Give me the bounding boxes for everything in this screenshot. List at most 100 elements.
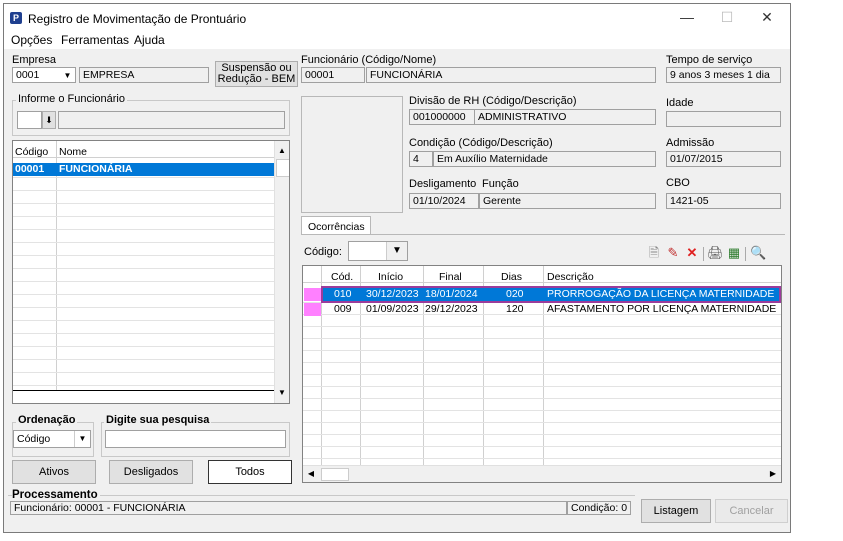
ordenacao-select[interactable]: Código ▼ (13, 430, 91, 448)
ocorrencia-dias: 020 (506, 288, 524, 300)
divisao-code-field: 001000000 (409, 109, 475, 125)
employee-header-nome: Nome (59, 146, 88, 158)
table-row[interactable]: 009 01/09/2023 29/12/2023 120 AFASTAMENT… (323, 303, 779, 316)
scroll-thumb[interactable] (276, 159, 289, 177)
scroll-thumb[interactable] (321, 468, 349, 481)
scroll-down-icon[interactable]: ▼ (275, 386, 289, 400)
maximize-button[interactable]: ☐ (707, 7, 747, 27)
employee-header-codigo: Código (15, 146, 49, 158)
grid-row-line (303, 350, 781, 351)
tab-ocorrencias-label: Ocorrências (308, 221, 365, 233)
grid-row-line (13, 177, 277, 178)
grid-row-line (303, 338, 781, 339)
grid-row-line (13, 359, 277, 360)
scroll-left-icon[interactable]: ◀ (305, 468, 317, 480)
ocorrencia-inicio: 30/12/2023 (366, 288, 419, 300)
informe-funcionario-label: Informe o Funcionário (16, 93, 127, 105)
print-icon[interactable]: 🖨 (707, 245, 724, 261)
menu-ajuda[interactable]: Ajuda (134, 33, 165, 47)
condicao-desc-field: Em Auxílio Maternidade (433, 151, 656, 167)
grid-row-line (303, 326, 781, 327)
chevron-down-icon[interactable]: ▼ (74, 431, 90, 447)
admissao-label: Admissão (666, 137, 715, 149)
grid-row-line (13, 346, 277, 347)
desligados-button[interactable]: Desligados (109, 460, 193, 484)
informe-funcionario-input[interactable] (17, 111, 42, 129)
pesquisa-input[interactable] (105, 430, 286, 448)
ocorrencias-header-inicio: Início (378, 271, 404, 283)
condicao-code-field: 4 (409, 151, 433, 167)
download-arrow-icon[interactable]: ⬇ (42, 111, 56, 129)
pesquisa-label: Digite sua pesquisa (104, 414, 212, 426)
ocorrencias-hscrollbar[interactable]: ◀ ▶ (303, 465, 781, 482)
grid-row-line (13, 333, 277, 334)
ocorrencias-grid[interactable]: Cód. Início Final Dias Descrição 010 30/… (302, 265, 782, 483)
ocorrencias-codigo-label: Código: (304, 246, 342, 258)
employee-list-footer-line (13, 390, 277, 391)
employee-photo (301, 96, 403, 213)
grid-row-line (13, 307, 277, 308)
empresa-code-select[interactable]: 0001 ▼ (12, 67, 76, 83)
table-row[interactable]: 00001 FUNCIONÁRIA (13, 163, 277, 176)
grid-row-line (13, 255, 277, 256)
cbo-label: CBO (666, 177, 690, 189)
grid-row-line (13, 216, 277, 217)
main-window: P Registro de Movimentação de Prontuário… (3, 3, 791, 533)
grid-row-line (13, 190, 277, 191)
tab-ocorrencias[interactable]: Ocorrências (301, 216, 371, 235)
minimize-button[interactable]: — (667, 7, 707, 27)
table-row[interactable]: 010 30/12/2023 18/01/2024 020 PRORROGAÇÃ… (321, 286, 781, 303)
ordenacao-value: Código (17, 433, 51, 445)
ativos-button[interactable]: Ativos (12, 460, 96, 484)
informe-funcionario-name-field (58, 111, 285, 129)
edit-pencil-icon[interactable]: ✎ (665, 245, 681, 261)
suspensao-button-line2: Redução - BEM (217, 73, 296, 85)
processamento-label: Processamento (12, 489, 100, 501)
ocorrencia-descricao: AFASTAMENTO POR LICENÇA MATERNIDADE (547, 303, 777, 315)
grid-row-line (13, 229, 277, 230)
menu-opcoes[interactable]: Opções (11, 33, 52, 47)
scroll-right-icon[interactable]: ▶ (767, 468, 779, 480)
desligamento-field: 01/10/2024 (409, 193, 479, 209)
employee-col-divider (56, 141, 57, 391)
funcao-field: Gerente (479, 193, 656, 209)
grid-row-line (13, 385, 277, 386)
menu-bar: Opções Ferramentas Ajuda (4, 31, 790, 49)
grid-row-line (303, 434, 781, 435)
chevron-down-icon[interactable]: ▼ (60, 68, 75, 82)
print-preview-icon[interactable]: 🔍 (750, 245, 766, 261)
listagem-button[interactable]: Listagem (641, 499, 711, 523)
employee-row-name: FUNCIONÁRIA (59, 163, 133, 175)
suspensao-reducao-button[interactable]: Suspensão ou Redução - BEM (215, 61, 298, 87)
new-document-icon[interactable]: 🗎 (646, 245, 662, 261)
cancelar-button[interactable]: Cancelar (715, 499, 788, 523)
idade-label: Idade (666, 97, 694, 109)
ocorrencias-header-final: Final (439, 271, 462, 283)
grid-row-line (303, 374, 781, 375)
divisao-desc-field: ADMINISTRATIVO (474, 109, 656, 125)
grid-row-line (13, 281, 277, 282)
grid-row-line (13, 268, 277, 269)
ocorrencia-final: 29/12/2023 (425, 303, 478, 315)
employee-list-scrollbar[interactable]: ▲ ▼ (274, 141, 289, 403)
desligamento-label: Desligamento (409, 178, 477, 190)
delete-icon[interactable]: ✕ (684, 245, 700, 261)
ocorrencias-header-descricao: Descrição (547, 271, 594, 283)
empresa-label: Empresa (12, 54, 57, 66)
ocorrencia-inicio: 01/09/2023 (366, 303, 419, 315)
tab-panel-border (301, 234, 785, 235)
close-button[interactable]: ✕ (747, 7, 787, 27)
ocorrencias-codigo-select[interactable]: ▼ (348, 241, 408, 261)
menu-ferramentas[interactable]: Ferramentas (61, 33, 129, 47)
toolbar-separator (745, 247, 746, 261)
export-excel-icon[interactable]: ▦ (726, 245, 742, 261)
employee-list-grid[interactable]: Código Nome 00001 FUNCIONÁRIA ▲ ▼ (12, 140, 290, 404)
todos-button[interactable]: Todos (208, 460, 292, 484)
processamento-status: Funcionário: 00001 - FUNCIONÁRIA (10, 501, 567, 515)
divisao-label: Divisão de RH (Código/Descrição) (409, 95, 577, 107)
funcao-label: Função (482, 178, 519, 190)
chevron-down-icon[interactable]: ▼ (386, 242, 407, 260)
ordenacao-label: Ordenação (16, 414, 78, 426)
scroll-up-icon[interactable]: ▲ (275, 144, 289, 158)
title-bar: P Registro de Movimentação de Prontuário… (4, 4, 790, 31)
